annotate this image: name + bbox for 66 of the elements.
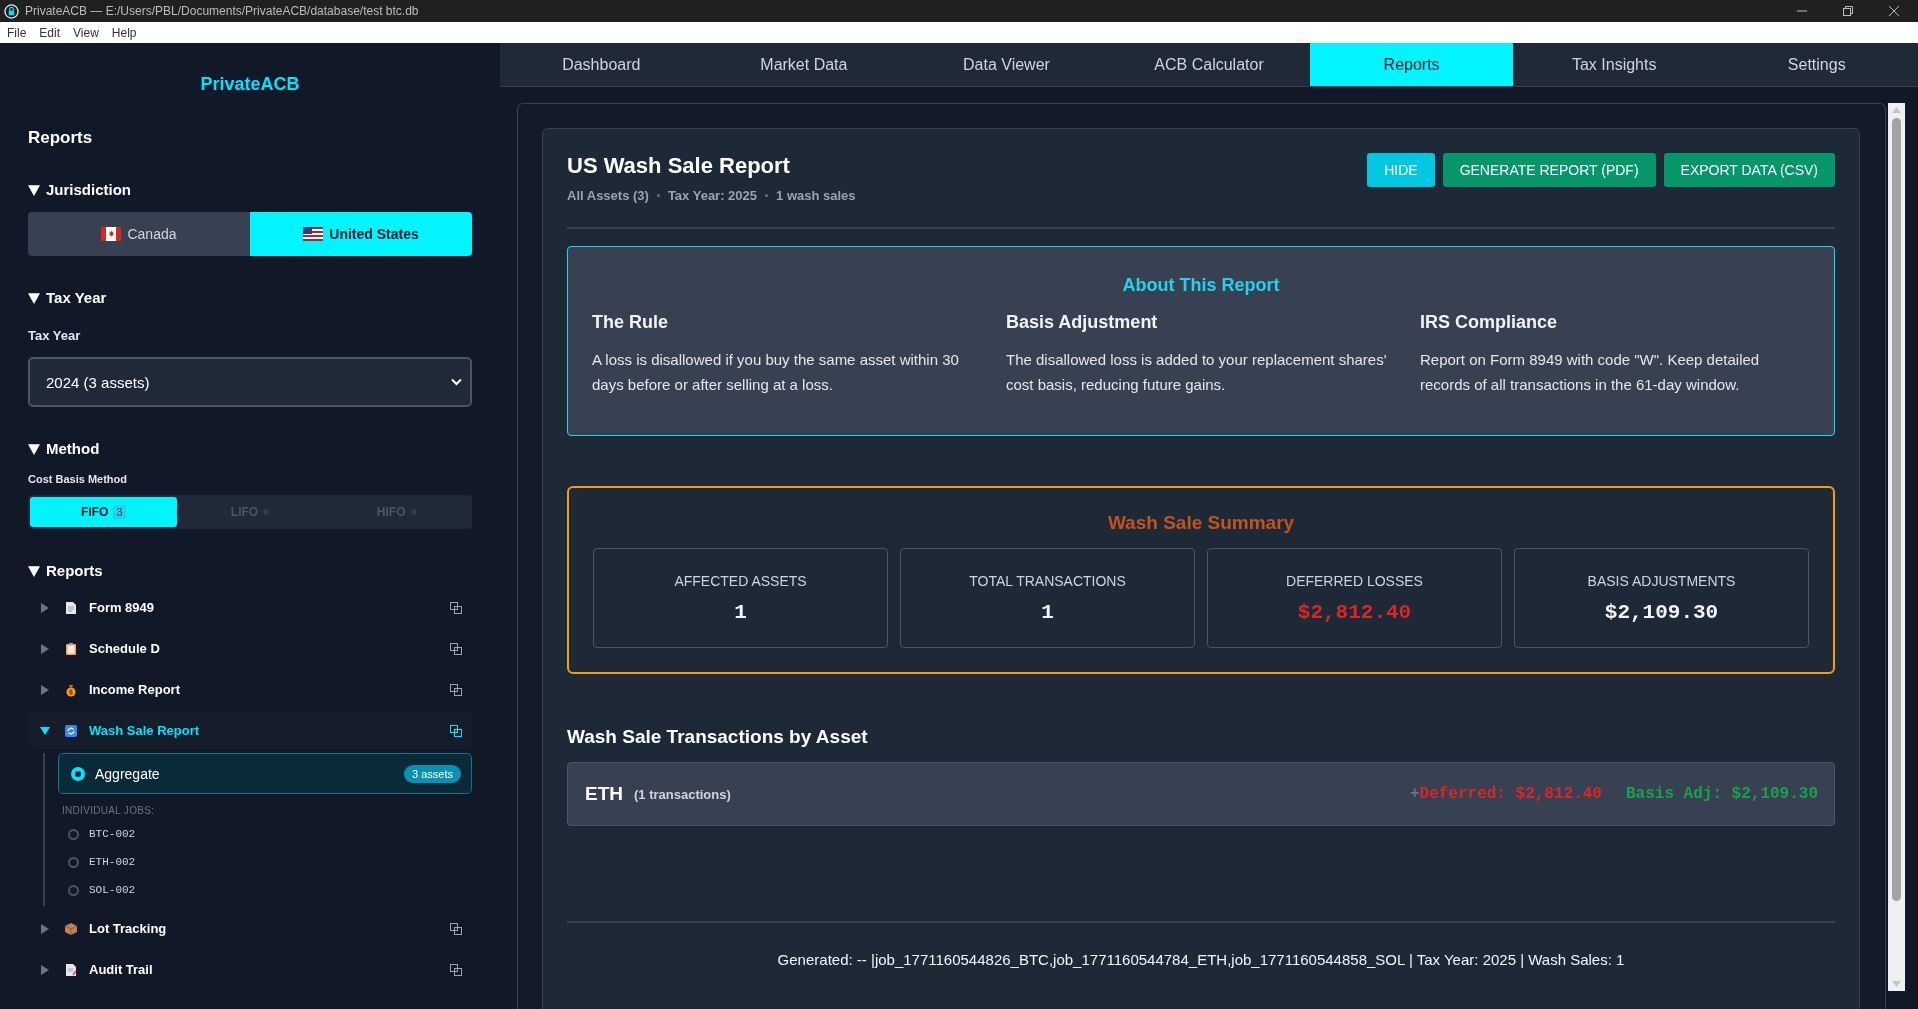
job-option[interactable]: ETH-002 xyxy=(58,848,472,876)
report-item[interactable]: Wash Sale Report xyxy=(28,712,472,749)
action-button[interactable]: GENERATE REPORT (PDF) xyxy=(1442,153,1656,187)
stat-label: TOTAL TRANSACTIONS xyxy=(969,572,1126,589)
menu-item[interactable]: Help xyxy=(111,25,137,40)
report-item[interactable]: Form 8949 xyxy=(28,589,472,626)
nav-tab[interactable]: Tax Insights xyxy=(1512,43,1716,86)
stat-label: BASIS ADJUSTMENTS xyxy=(1587,572,1736,589)
window-title: PrivateACB — E:/Users/PBL/Documents/PrivateACB/database/test btc.db xyxy=(25,4,419,18)
basis-adjustment: Basis Adj: $2,109.30 xyxy=(1625,785,1818,803)
stat-label: DEFERRED LOSSES xyxy=(1286,572,1423,589)
job-option[interactable]: SOL-002 xyxy=(58,876,472,904)
report-footer: Generated: -- |job_1771160544826_BTC,job_1771160544784_ETH,job_1771160544858_SOL | Tax Year: 2025 | Wash Sales: 1 xyxy=(567,951,1835,968)
stat-value: $2,812.40 xyxy=(1297,600,1412,624)
nav-tab[interactable]: Data Viewer xyxy=(905,43,1108,86)
group-label: INDIVIDUAL JOBS: xyxy=(62,805,156,816)
stat-value: $2,109.30 xyxy=(1604,600,1719,624)
app-logo: PrivateACB xyxy=(199,74,301,95)
nav-tab[interactable]: Market Data xyxy=(702,43,906,86)
nav-tab[interactable]: ACB Calculator xyxy=(1107,43,1311,86)
asset-symbol: ETH xyxy=(585,783,623,805)
aggregate-option[interactable]: Aggregate 3 assets xyxy=(58,753,472,794)
count-badge: 3 assets xyxy=(404,764,461,783)
action-button[interactable]: EXPORT DATA (CSV) xyxy=(1663,153,1835,187)
job-option[interactable]: BTC-002 xyxy=(58,820,472,848)
report-meta: Tax Year: 2025 xyxy=(667,188,758,203)
report-meta: 1 wash sales xyxy=(776,188,856,203)
menu-item[interactable]: View xyxy=(73,25,99,40)
report-item[interactable]: Audit Trail xyxy=(28,951,472,988)
panel-title: Wash Sale Summary xyxy=(1106,512,1296,534)
nav-tab[interactable]: Dashboard xyxy=(500,43,703,86)
jurisdiction-option[interactable]: Canada xyxy=(28,212,250,256)
report-meta: All Assets (3) xyxy=(567,188,649,203)
menu-item[interactable]: File xyxy=(7,25,27,40)
nav-tab[interactable]: Reports xyxy=(1310,43,1513,86)
section-title: Reports xyxy=(46,562,103,579)
nav-tab[interactable]: Settings xyxy=(1715,43,1918,86)
report-item[interactable]: Lot Tracking xyxy=(28,910,472,947)
transaction-count: (1 transactions) xyxy=(634,786,731,802)
field-label: Tax Year xyxy=(28,328,82,343)
stat-value: 1 xyxy=(1041,600,1054,624)
deferred-amount: Deferred: $2,812.40 xyxy=(1419,785,1602,803)
section-title: Jurisdiction xyxy=(46,181,131,198)
method-option[interactable]: FIFO 3 xyxy=(30,497,177,527)
field-label: Cost Basis Method xyxy=(28,473,128,485)
asset-row[interactable]: ETH (1 transactions) +Deferred: $2,812.40 Basis Adj: $2,109.30 xyxy=(567,762,1835,826)
stat-value: 1 xyxy=(734,600,747,624)
column-text: The disallowed loss is added to your replacement shares' cost basis, reducing future gains. xyxy=(1006,350,1388,395)
report-item[interactable]: Income Report xyxy=(28,671,472,708)
count-badge: 3 xyxy=(113,505,126,519)
report-title: US Wash Sale Report xyxy=(567,153,791,179)
sidebar-heading: Reports xyxy=(28,128,94,148)
column-heading: The Rule xyxy=(592,312,669,333)
section-title: Tax Year xyxy=(46,289,107,306)
report-item[interactable]: Schedule D xyxy=(28,630,472,667)
column-text: A loss is disallowed if you buy the same asset within 30 days before or after selling at a loss. xyxy=(592,350,960,395)
tax-year-select[interactable]: 2024 (3 assets) xyxy=(28,357,472,407)
jurisdiction-option[interactable]: United States xyxy=(250,212,472,256)
stat-label: AFFECTED ASSETS xyxy=(674,572,807,589)
menu-item[interactable]: Edit xyxy=(39,25,61,40)
panel-title: About This Report xyxy=(1121,275,1281,296)
section-title: Method xyxy=(46,440,100,457)
section-title: Wash Sale Transactions by Asset xyxy=(567,726,869,748)
column-heading: IRS Compliance xyxy=(1420,312,1559,333)
column-text: Report on Form 8949 with code "W". Keep detailed records of all transactions in the 61-day window. xyxy=(1420,350,1761,395)
column-heading: Basis Adjustment xyxy=(1006,312,1159,333)
